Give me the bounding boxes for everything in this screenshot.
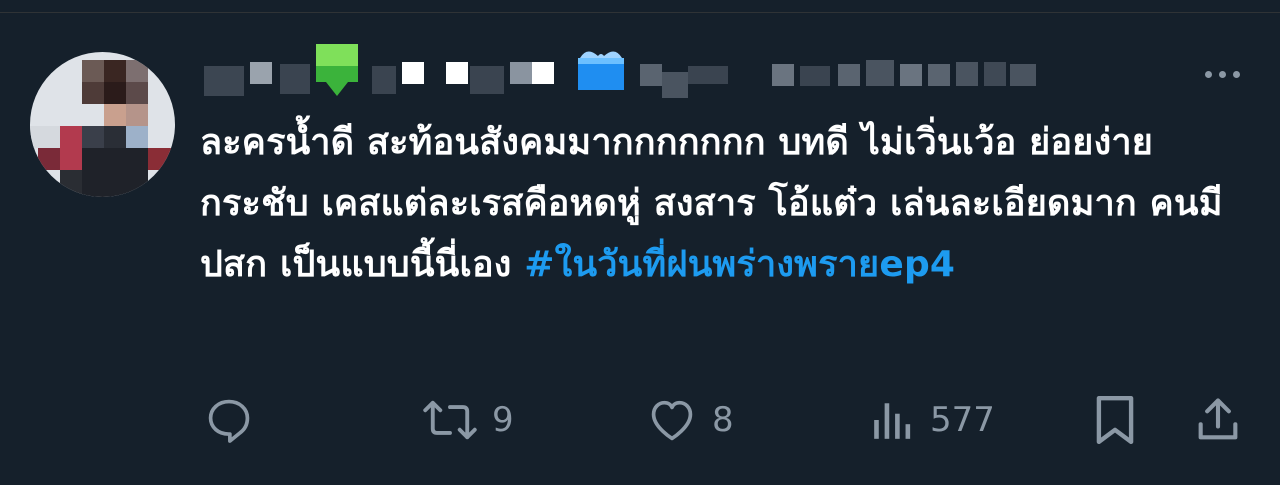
reply-button[interactable] (203, 390, 255, 450)
avatar-pixel (126, 104, 148, 126)
blurred-handle (928, 64, 950, 86)
blurred-name (250, 62, 272, 84)
blurred-handle (800, 66, 830, 86)
heart-icon (651, 400, 693, 441)
blurred-handle (688, 66, 728, 84)
tweet-text: ละครน้ำดี สะท้อนสังคมมากกกกกกก บทดี ไม่เ… (200, 112, 1240, 295)
share-button[interactable] (1192, 390, 1244, 450)
blurred-handle (662, 72, 688, 98)
avatar-pixel (104, 104, 126, 126)
avatar-pixel (60, 126, 82, 170)
avatar-pixel (126, 60, 148, 82)
avatar-pixel (30, 126, 60, 148)
views-count: 577 (930, 400, 995, 440)
avatar-pixel (82, 60, 104, 82)
blurred-name (446, 62, 468, 84)
avatar-pixel (104, 60, 126, 82)
blurred-handle (640, 64, 662, 86)
avatar-pixel (148, 148, 175, 170)
bookmark-button[interactable] (1092, 390, 1138, 450)
blurred-handle (772, 64, 794, 86)
like-button[interactable]: 8 (646, 390, 734, 450)
like-count: 8 (712, 400, 734, 440)
hashtag-link[interactable]: #ในวันที่ฝนพร่างพรายep4 (524, 244, 955, 285)
avatar-pixel (126, 126, 148, 148)
top-divider (0, 12, 1280, 13)
blurred-handle (866, 60, 894, 86)
blurred-time (984, 62, 1006, 86)
retweet-count: 9 (492, 400, 514, 440)
reply-icon (208, 399, 250, 443)
blurred-time (956, 62, 978, 86)
avatar-pixel (82, 82, 104, 104)
blue-badge-icon (578, 51, 624, 90)
more-options-button[interactable] (1196, 56, 1248, 92)
blurred-name (280, 64, 310, 94)
tweet-actions: 9 8 577 (0, 390, 1280, 450)
green-badge-icon (316, 44, 358, 96)
blurred-time (1010, 64, 1036, 86)
blurred-name (402, 62, 424, 84)
blurred-name (532, 62, 554, 84)
bookmark-icon (1096, 395, 1134, 445)
blurred-handle (838, 64, 860, 86)
more-dot-icon (1232, 70, 1240, 78)
avatar-pixel (38, 148, 60, 170)
blurred-handle (900, 64, 922, 86)
more-dot-icon (1204, 70, 1212, 78)
more-dot-icon (1218, 70, 1226, 78)
avatar-pixel (82, 148, 148, 197)
retweet-icon (423, 400, 477, 440)
blurred-name (470, 66, 504, 94)
retweet-button[interactable]: 9 (422, 390, 514, 450)
avatar-pixel (126, 82, 148, 104)
avatar-pixel (60, 170, 82, 197)
avatar-pixel (104, 82, 126, 104)
share-icon (1198, 398, 1238, 440)
avatar-pixel (104, 126, 126, 148)
avatar-pixel (82, 126, 104, 148)
views-button[interactable]: 577 (870, 390, 995, 450)
blurred-name (510, 62, 532, 84)
avatar[interactable] (30, 52, 175, 197)
views-icon (874, 403, 911, 439)
blurred-name (204, 66, 244, 96)
blurred-name (372, 66, 396, 94)
